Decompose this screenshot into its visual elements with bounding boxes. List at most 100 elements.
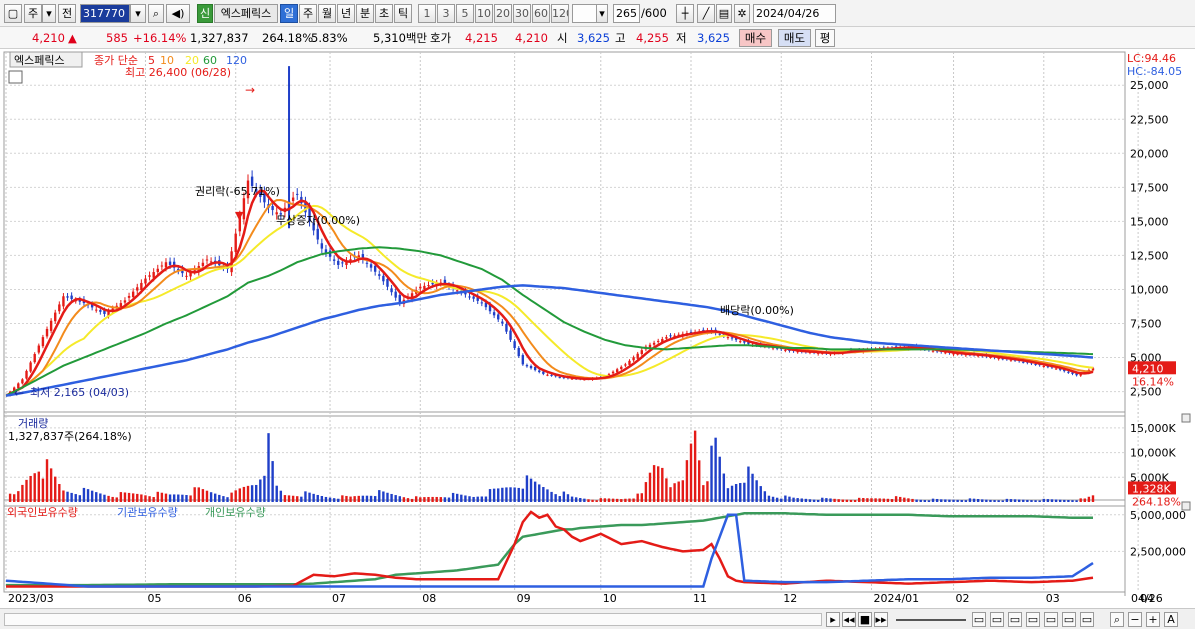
layout3-icon[interactable]: ▭ bbox=[1008, 612, 1022, 627]
period-button-3[interactable]: 년 bbox=[337, 4, 355, 23]
volume-bar bbox=[136, 493, 139, 502]
layout5-icon[interactable]: ▭ bbox=[1044, 612, 1058, 627]
volume-bar bbox=[373, 496, 377, 502]
interval-button-3[interactable]: 3 bbox=[437, 4, 455, 23]
layout7-icon[interactable]: ▭ bbox=[1080, 612, 1094, 627]
font-size-icon[interactable]: A bbox=[1164, 612, 1178, 627]
period-button-2[interactable]: 월 bbox=[318, 4, 336, 23]
volume-bar bbox=[37, 471, 41, 502]
search-icon[interactable]: ⌕ bbox=[148, 4, 164, 23]
period-button-0[interactable]: 일 bbox=[280, 4, 298, 23]
interval-button-30[interactable]: 30 bbox=[513, 4, 531, 23]
layout-icon[interactable]: ▭ bbox=[972, 612, 986, 627]
period-button-4[interactable]: 분 bbox=[356, 4, 374, 23]
holding-y-tick: 5,000,000 bbox=[1130, 509, 1186, 522]
save-icon[interactable]: ▤ bbox=[716, 4, 732, 23]
chart-scrollbar[interactable] bbox=[4, 613, 822, 626]
candle-body bbox=[558, 377, 561, 379]
candle-body bbox=[95, 309, 98, 311]
candle-body bbox=[1054, 368, 1058, 370]
interval-button-10[interactable]: 10 bbox=[475, 4, 493, 23]
volume-bar bbox=[21, 484, 24, 502]
menu-button[interactable]: 주 bbox=[24, 4, 42, 23]
volume-bar bbox=[538, 484, 541, 502]
zoom-slider[interactable] bbox=[896, 619, 966, 621]
fast-forward-icon[interactable]: ▸▸ bbox=[874, 612, 888, 627]
interval-button-5[interactable]: 5 bbox=[456, 4, 474, 23]
volume-bar bbox=[956, 499, 959, 502]
rewind-icon[interactable]: ◂◂ bbox=[842, 612, 856, 627]
speaker-icon[interactable]: ◀) bbox=[166, 4, 190, 23]
volume-bar bbox=[54, 476, 57, 502]
chart-svg[interactable]: 2023/03 05 06 07 08 09 10 11 12 2024/01 02 03 0404/2… bbox=[0, 50, 1195, 608]
layout2-icon[interactable]: ▭ bbox=[990, 612, 1004, 627]
code-dropdown-icon[interactable]: ▾ bbox=[130, 4, 146, 23]
volume-last-label: 1,328K bbox=[1132, 482, 1171, 495]
prev-button[interactable]: 전 bbox=[58, 4, 76, 23]
zoom-search-icon[interactable]: ⌕ bbox=[1110, 612, 1124, 627]
volume-bar bbox=[952, 499, 955, 502]
volume-bar bbox=[308, 492, 311, 502]
interval-button-20[interactable]: 20 bbox=[494, 4, 512, 23]
zoom-in-icon[interactable]: + bbox=[1146, 612, 1160, 627]
count-input[interactable]: 265 bbox=[613, 4, 640, 23]
volume-bar bbox=[115, 497, 118, 502]
up-arrow-icon: ▲ bbox=[68, 31, 77, 45]
layout6-icon[interactable]: ▭ bbox=[1062, 612, 1076, 627]
avg-button[interactable]: 평 bbox=[815, 29, 835, 47]
volume-bar bbox=[940, 499, 943, 502]
volume-bar bbox=[681, 480, 685, 502]
period-button-5[interactable]: 초 bbox=[375, 4, 393, 23]
price-change: 585 bbox=[106, 31, 128, 45]
volume-bar bbox=[960, 500, 963, 502]
chevron-down-icon[interactable]: ▾ bbox=[42, 4, 56, 23]
candle-body bbox=[349, 259, 352, 261]
volume-bar bbox=[45, 459, 49, 502]
interval-button-60[interactable]: 60 bbox=[532, 4, 550, 23]
window-icon[interactable]: ▢ bbox=[4, 4, 22, 23]
candle-body bbox=[234, 233, 237, 253]
volume-bar bbox=[784, 495, 787, 502]
gear-icon[interactable]: ✲ bbox=[734, 4, 750, 23]
individual-legend: 개인보유수량 bbox=[205, 506, 266, 519]
volume-bar bbox=[86, 489, 90, 502]
candle-body bbox=[382, 275, 385, 282]
volume-bar bbox=[353, 496, 356, 502]
volume-bar bbox=[821, 497, 824, 502]
bonus-annotation: 무상증자(0.00%) bbox=[276, 214, 360, 227]
candle-icon[interactable]: ┼ bbox=[676, 4, 694, 23]
interval-button-1[interactable]: 1 bbox=[418, 4, 436, 23]
volume-bar bbox=[103, 494, 106, 502]
draw-icon[interactable]: ╱ bbox=[697, 4, 715, 23]
sell-button[interactable]: 매도 bbox=[778, 29, 811, 47]
candle-body bbox=[620, 366, 623, 370]
volume-bar bbox=[673, 483, 676, 502]
period-button-1[interactable]: 주 bbox=[299, 4, 317, 23]
trade-amount: 5,310백만 bbox=[373, 31, 428, 45]
candle-body bbox=[497, 314, 500, 320]
buy-button[interactable]: 매수 bbox=[739, 29, 772, 47]
new-badge: 신 bbox=[197, 4, 213, 23]
volume-bar bbox=[886, 498, 890, 502]
date-input[interactable]: 2024/04/26 bbox=[753, 4, 836, 23]
volume-bar bbox=[82, 487, 86, 502]
volume-bar bbox=[648, 472, 652, 502]
layout4-icon[interactable]: ▭ bbox=[1026, 612, 1040, 627]
interval-button-120[interactable]: 120 bbox=[551, 4, 569, 23]
volume-bar bbox=[119, 492, 123, 502]
volume-bar bbox=[743, 482, 746, 502]
candle-body bbox=[652, 342, 656, 345]
scroll-right-icon[interactable]: ▸ bbox=[826, 612, 840, 627]
stock-code-input[interactable]: 317770 bbox=[80, 4, 130, 23]
stock-chart[interactable]: 2023/03 05 06 07 08 09 10 11 12 2024/01 02 03 04 04/2… bbox=[0, 50, 1195, 608]
interval-dropdown-icon[interactable]: ▾ bbox=[596, 4, 608, 23]
volume-bar bbox=[451, 492, 455, 502]
candle-body bbox=[513, 341, 516, 349]
volume-bar bbox=[710, 445, 713, 502]
volume-bar bbox=[599, 498, 602, 502]
zoom-out-icon[interactable]: − bbox=[1128, 612, 1142, 627]
period-button-6[interactable]: 틱 bbox=[394, 4, 412, 23]
candle-body bbox=[25, 370, 28, 379]
stop-icon[interactable]: ■ bbox=[858, 612, 872, 627]
x-tick-label: 05 bbox=[147, 592, 161, 605]
